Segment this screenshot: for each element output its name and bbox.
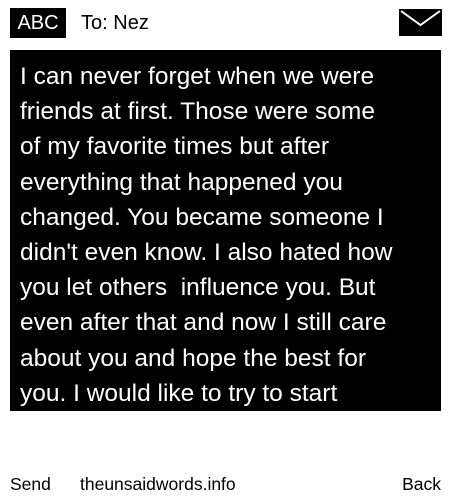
message-line: changed. You became someone I [20,203,384,231]
message-line: friends at first. Those were some [20,98,375,126]
back-button[interactable]: Back [402,470,441,498]
message-line: you let others influence you. But [20,274,376,302]
softkey-bar: Send theunsaidwords.info Back [0,470,450,498]
message-text: I can never forget when we were friends … [20,59,431,411]
message-body[interactable]: I can never forget when we were friends … [10,50,441,411]
message-line: of my favorite times but after [20,133,330,161]
message-line: about you and hope the best for [20,344,366,372]
envelope-icon [399,9,442,36]
message-line: you. I would like to try to start [20,379,338,407]
site-watermark: theunsaidwords.info [80,474,236,494]
message-header: ABC To: Nez [0,0,450,45]
input-mode-badge[interactable]: ABC [10,8,66,38]
recipient-line[interactable]: To: Nez [81,8,149,38]
send-button[interactable]: Send [10,470,51,498]
message-line: even after that and now I still care [20,309,387,337]
to-label: To: [81,12,108,34]
message-line: didn't even know. I also hated how [20,239,393,267]
message-line: I can never forget when we were [20,63,375,90]
message-line: everything that happened you [20,168,343,196]
recipient-name: Nez [113,12,149,34]
